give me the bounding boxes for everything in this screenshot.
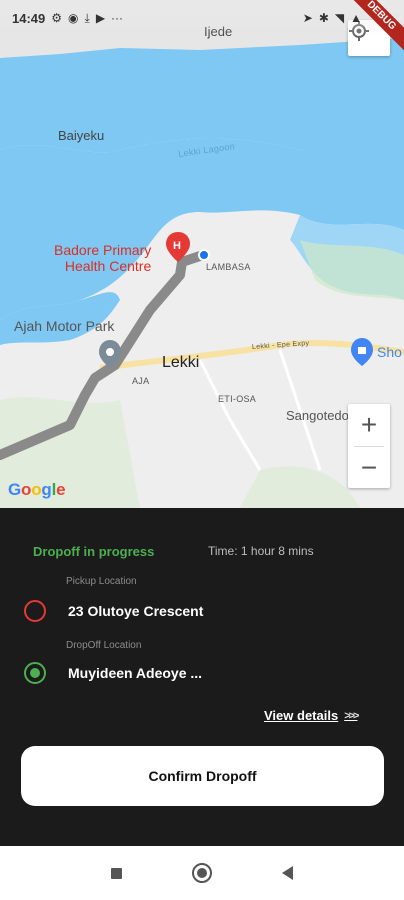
signal-icon: ▲ (350, 11, 362, 25)
google-logo-letter: o (21, 480, 32, 499)
wifi-icon: ◥ (334, 11, 345, 25)
map-label-motor-park[interactable]: Ajah Motor Park (14, 318, 114, 334)
map-view[interactable]: H Ijede Baiyeku Lekki Lagoon Badore Prim… (0, 0, 404, 508)
map-label-aja: AJA (132, 376, 150, 386)
map-label-eti-osa: ETI-OSA (218, 394, 257, 404)
youtube-icon: ▶ (95, 11, 106, 25)
more-dots-icon: ··· (111, 11, 124, 25)
recents-square-icon[interactable] (111, 867, 122, 879)
confirm-dropoff-button[interactable]: Confirm Dropoff (21, 746, 384, 806)
map-label-shop[interactable]: Sho (377, 344, 402, 360)
google-logo: Google (8, 480, 66, 500)
google-logo-letter: g (41, 480, 52, 499)
location-chrome-icon: ◉ (68, 11, 79, 25)
zoom-out-button[interactable]: − (348, 447, 390, 489)
zoom-in-button[interactable]: + (348, 404, 390, 446)
pickup-address: 23 Olutoye Crescent (68, 603, 204, 619)
pickup-caption: Pickup Location (66, 576, 137, 587)
map-label-sangotedo: Sangotedo (286, 408, 349, 423)
google-logo-letter: e (56, 480, 66, 499)
pickup-radio-icon (24, 600, 46, 622)
bluetooth-icon: ✱ (318, 11, 329, 25)
dropoff-caption: DropOff Location (66, 640, 142, 651)
zoom-controls: + − (348, 404, 390, 488)
download-icon: ⤓ (84, 10, 90, 25)
google-logo-letter: G (8, 480, 22, 499)
map-label-baiyeku: Baiyeku (58, 128, 105, 143)
status-icons-left: ⚙ ◉ ⤓ ▶ ··· (51, 11, 123, 26)
android-nav-bar (0, 846, 404, 900)
trip-status: Dropoff in progress (33, 544, 154, 559)
map-label-lekki: Lekki (162, 354, 200, 371)
trip-panel: Dropoff in progress Time: 1 hour 8 mins … (0, 508, 404, 846)
home-circle-icon[interactable] (192, 863, 212, 883)
back-triangle-icon[interactable] (282, 866, 293, 880)
location-arrow-icon: ➤ (302, 11, 313, 25)
view-details-label: View details (264, 708, 339, 723)
status-time: 14:49 (12, 10, 46, 26)
settings-icon: ⚙ (51, 11, 63, 25)
map-label-hospital[interactable]: Badore Primary Health Centre (54, 242, 151, 274)
dropoff-radio-icon (24, 662, 46, 684)
trip-time: Time: 1 hour 8 mins (208, 544, 314, 558)
view-details-link[interactable]: View details >>> (264, 708, 360, 723)
trip-status-text: Dropoff in progress (33, 544, 155, 559)
map-label-lambasa: LAMBASA (206, 262, 251, 272)
dropoff-address: Muyideen Adeoye ... (68, 665, 203, 681)
status-bar: 14:49 ⚙ ◉ ⤓ ▶ ··· ➤ ✱ ◥ ▲ (0, 0, 404, 36)
google-logo-letter: o (31, 480, 42, 499)
svg-text:H: H (173, 240, 181, 252)
chevrons-right-icon: >>> (344, 709, 359, 722)
